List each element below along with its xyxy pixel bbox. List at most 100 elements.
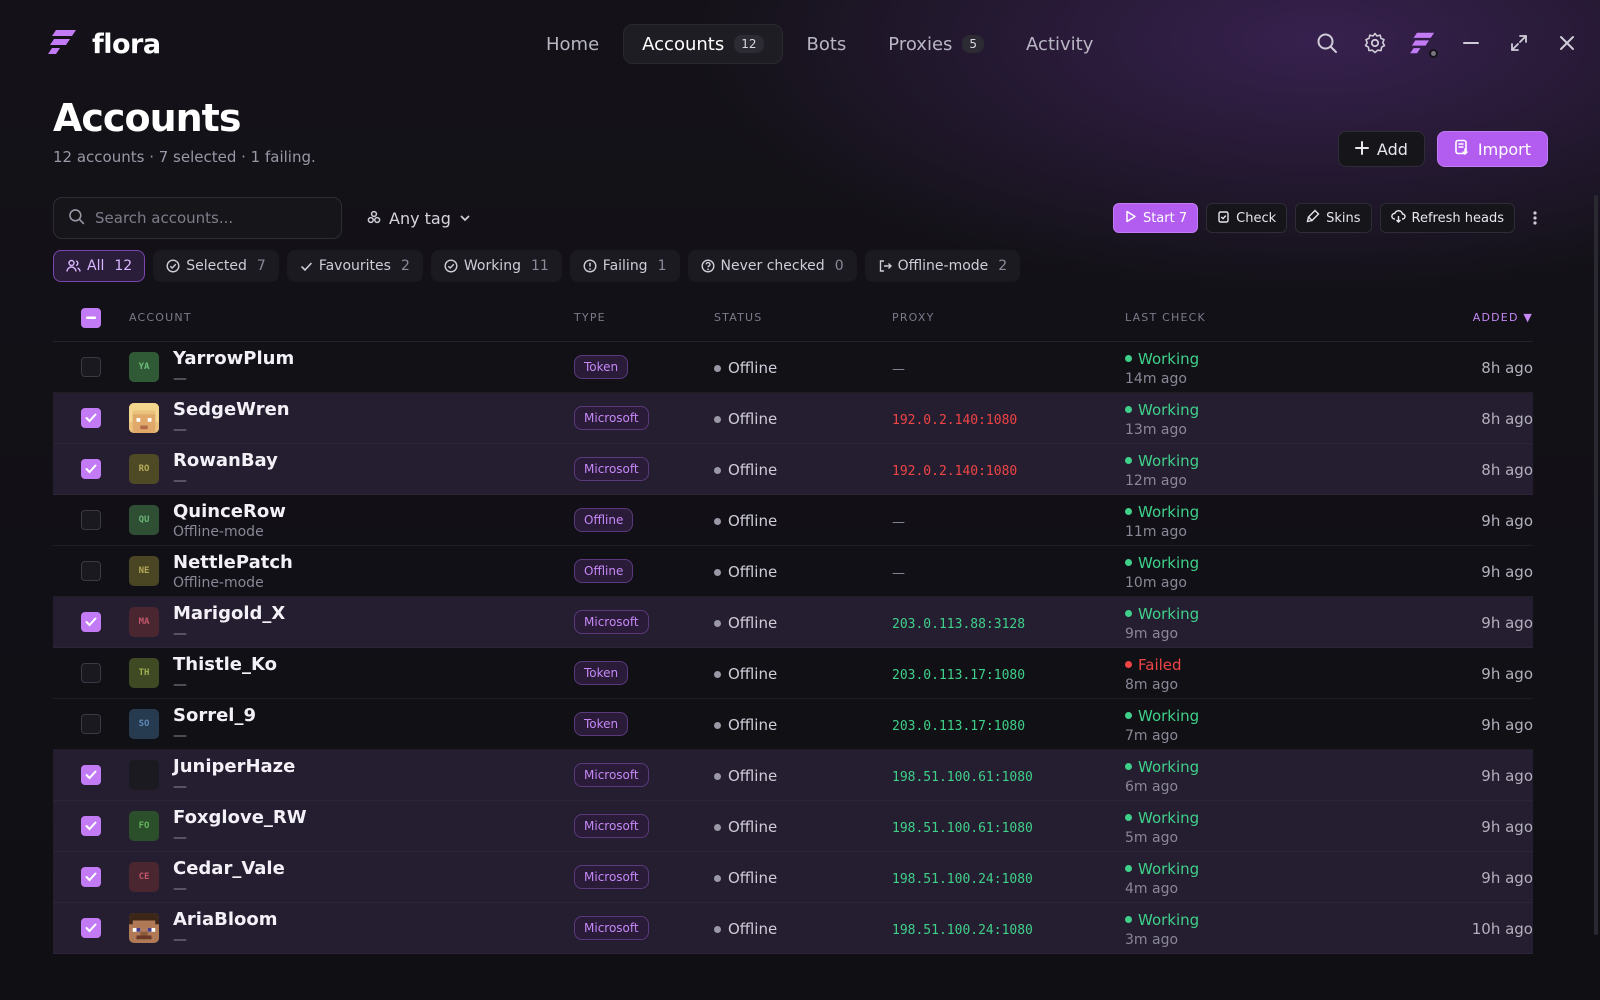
filter-chip-favourites[interactable]: Favourites 2 [286, 250, 423, 282]
account-name[interactable]: Cedar_Vale [173, 858, 285, 879]
tab-accounts[interactable]: Accounts 12 [623, 24, 783, 64]
table-row[interactable]: TH Thistle_Ko — Token Offline 203.0.113.17:10… [53, 648, 1533, 699]
avatar [129, 403, 159, 433]
filter-chip-working[interactable]: Working 11 [430, 250, 562, 282]
table-row[interactable]: SedgeWren — Microsoft Offline 192.0.2.140:10… [53, 393, 1533, 444]
last-check-label: Working [1138, 349, 1200, 368]
filter-chip-all[interactable]: All 12 [53, 250, 146, 282]
column-header-status[interactable]: STATUS [714, 311, 892, 324]
account-name[interactable]: Sorrel_9 [173, 705, 256, 726]
account-name[interactable]: RowanBay [173, 450, 278, 471]
filter-chip-never-checked[interactable]: Never checked 0 [687, 250, 857, 282]
column-header-last-check[interactable]: LAST CHECK [1125, 311, 1355, 324]
row-checkbox[interactable] [81, 816, 101, 836]
status-text: Offline [728, 512, 778, 531]
maximize-icon[interactable] [1506, 30, 1532, 56]
tab-bots[interactable]: Bots [789, 24, 865, 64]
page-title: Accounts [53, 96, 241, 140]
more-options-icon[interactable] [1523, 203, 1547, 233]
row-checkbox[interactable] [81, 918, 101, 938]
table-row[interactable]: MA Marigold_X — Microsoft Offline 203.0.113.8… [53, 597, 1533, 648]
status-text: Offline [728, 869, 778, 888]
account-avatar-icon[interactable] [1410, 30, 1438, 58]
account-name[interactable]: SedgeWren [173, 399, 290, 420]
row-checkbox[interactable] [81, 663, 101, 683]
tab-home[interactable]: Home [528, 24, 617, 64]
start-button[interactable]: Start 7 [1112, 203, 1199, 233]
last-check-state: Working [1125, 503, 1199, 521]
tab-count-badge: 12 [734, 35, 764, 53]
row-checkbox[interactable] [81, 612, 101, 632]
search-input[interactable] [95, 209, 315, 227]
row-checkbox[interactable] [81, 867, 101, 887]
filter-chip-label: Selected [186, 258, 247, 274]
account-subtitle: — [173, 472, 187, 489]
table-header: ACCOUNT TYPE STATUS PROXY LAST CHECK ADD… [53, 294, 1533, 342]
filter-chip-selected[interactable]: Selected 7 [153, 250, 279, 282]
last-check-time: 4m ago [1125, 880, 1179, 897]
filter-chip-offline-mode[interactable]: Offline-mode 2 [864, 250, 1021, 282]
column-header-type[interactable]: TYPE [574, 311, 714, 324]
table-row[interactable]: CE Cedar_Vale — Microsoft Offline 198.51.100.… [53, 852, 1533, 903]
avatar [129, 760, 159, 790]
type-badge: Microsoft [574, 457, 649, 481]
table-row[interactable]: NE NettlePatch Offline-mode Offline Offline —… [53, 546, 1533, 597]
avatar-initials: YA [138, 362, 150, 372]
import-button[interactable]: Import [1436, 131, 1548, 167]
main-nav: Home Accounts 12 Bots Proxies 5 Activity [528, 24, 1111, 64]
filter-chip-count: 7 [256, 258, 266, 274]
row-checkbox[interactable] [81, 510, 101, 530]
status-indicator: Offline [714, 920, 777, 938]
gear-icon[interactable] [1362, 30, 1388, 56]
account-name[interactable]: YarrowPlum [173, 348, 294, 369]
select-all-checkbox[interactable] [81, 307, 101, 328]
scrollbar[interactable] [1594, 195, 1598, 935]
check-button[interactable]: Check [1206, 203, 1288, 233]
minimize-icon[interactable] [1458, 30, 1484, 56]
last-check-time: 12m ago [1125, 472, 1187, 489]
status-dot [714, 415, 721, 423]
row-checkbox[interactable] [81, 408, 101, 428]
filter-chip-label: Failing [602, 258, 648, 274]
account-name[interactable]: QuinceRow [173, 501, 286, 522]
column-header-account[interactable]: ACCOUNT [129, 311, 574, 324]
search-icon[interactable] [1314, 30, 1340, 56]
column-header-added[interactable]: ADDED ▼ [1355, 311, 1533, 324]
added-time: 9h ago [1481, 715, 1533, 734]
filter-chip-label: All [87, 258, 105, 274]
avatar: TH [129, 658, 159, 688]
table-row[interactable]: JuniperHaze — Microsoft Offline 198.51.100.6… [53, 750, 1533, 801]
account-name[interactable]: Thistle_Ko [173, 654, 277, 675]
status-dot [714, 619, 721, 627]
start-label: Start 7 [1142, 210, 1188, 226]
table-row[interactable]: FO Foxglove_RW — Microsoft Offline 198.51.100… [53, 801, 1533, 852]
tab-proxies[interactable]: Proxies 5 [870, 24, 1002, 64]
table-row[interactable]: SO Sorrel_9— Token Offline 203.0.113.17:1080… [53, 699, 1533, 750]
filter-chip-failing[interactable]: Failing 1 [569, 250, 680, 282]
status-dot [714, 364, 721, 372]
table-row[interactable]: YA YarrowPlum — Token Offline — Working 14m ago… [53, 342, 1533, 393]
table-row[interactable]: AriaBloom — Microsoft Offline 198.51.100.24:… [53, 903, 1533, 954]
row-checkbox[interactable] [81, 714, 101, 734]
row-checkbox[interactable] [81, 765, 101, 785]
column-header-proxy[interactable]: PROXY [892, 311, 1125, 324]
table-row[interactable]: RO RowanBay — Microsoft Offline 192.0.2.140:1… [53, 444, 1533, 495]
row-checkbox[interactable] [81, 561, 101, 581]
account-name[interactable]: NettlePatch [173, 552, 293, 573]
account-name[interactable]: Foxglove_RW [173, 807, 307, 828]
tag-filter-dropdown[interactable]: Any tag [367, 197, 471, 239]
skins-button[interactable]: Skins [1295, 203, 1372, 233]
account-name[interactable]: JuniperHaze [173, 756, 295, 777]
add-account-button[interactable]: Add [1337, 131, 1425, 167]
account-name[interactable]: Marigold_X [173, 603, 285, 624]
question-circle-icon [700, 259, 715, 273]
last-check-dot [1125, 457, 1132, 465]
refresh-heads-button[interactable]: Refresh heads [1379, 203, 1515, 233]
row-checkbox[interactable] [81, 357, 101, 377]
account-name[interactable]: AriaBloom [173, 909, 278, 930]
app-logo[interactable]: flora [48, 28, 161, 60]
tab-activity[interactable]: Activity [1008, 24, 1111, 64]
row-checkbox[interactable] [81, 459, 101, 479]
close-icon[interactable] [1554, 30, 1580, 56]
table-row[interactable]: QU QuinceRow Offline-mode Offline Offline — Wo… [53, 495, 1533, 546]
